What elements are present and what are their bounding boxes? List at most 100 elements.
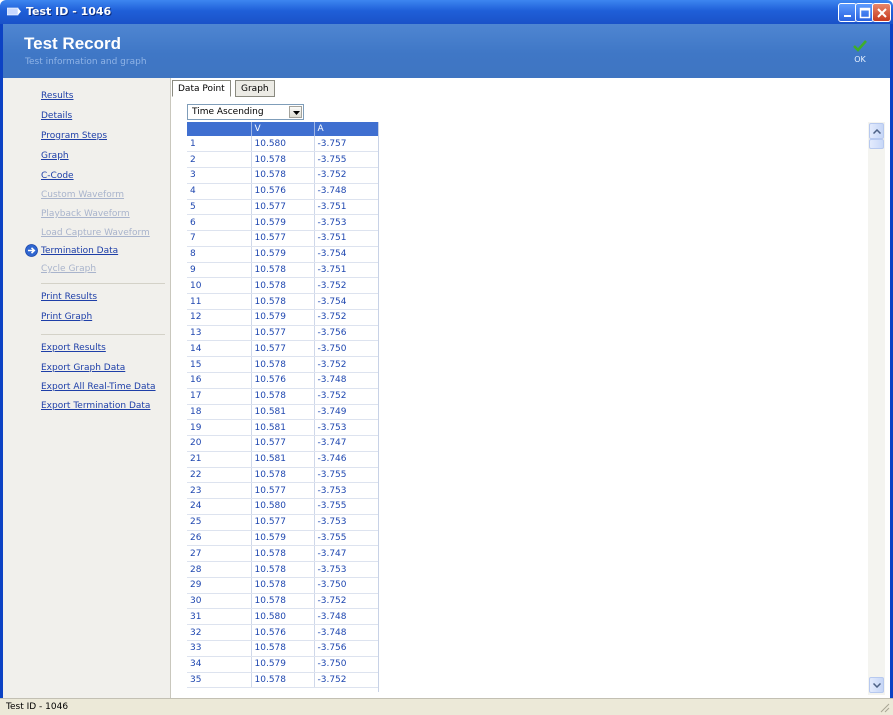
cell-index: 14: [187, 340, 252, 358]
column-header-v[interactable]: V: [251, 122, 315, 136]
sidebar-link-results[interactable]: Results: [41, 91, 74, 101]
scroll-down-button[interactable]: [869, 677, 884, 693]
resize-grip-icon[interactable]: [878, 701, 890, 713]
cell-v: 10.577: [251, 340, 315, 358]
cell-index: 5: [187, 199, 252, 216]
tab-graph[interactable]: Graph: [235, 80, 275, 97]
cell-v: 10.577: [251, 435, 315, 452]
table-row[interactable]: 27 10.578 -3.747: [187, 545, 378, 563]
cell-index: 28: [187, 561, 252, 578]
cell-a: -3.752: [314, 388, 378, 405]
scroll-up-button[interactable]: [869, 123, 884, 139]
cell-v: 10.578: [251, 262, 315, 279]
page-subtitle: Test information and graph: [25, 57, 147, 67]
cell-v: 10.578: [251, 640, 315, 657]
table-row[interactable]: 16 10.576 -3.748: [187, 372, 378, 389]
scrollbar-thumb[interactable]: [869, 139, 884, 149]
cell-a: -3.755: [314, 530, 378, 547]
table-row[interactable]: 7 10.577 -3.751: [187, 230, 378, 247]
table-row[interactable]: 9 10.578 -3.751: [187, 262, 378, 279]
cell-index: 7: [187, 230, 252, 247]
table-row[interactable]: 3 10.578 -3.752: [187, 167, 378, 184]
table-row[interactable]: 13 10.577 -3.756: [187, 325, 378, 342]
table-row[interactable]: 4 10.576 -3.748: [187, 183, 378, 200]
window-title-bar[interactable]: Test ID - 1046: [0, 0, 893, 24]
table-row[interactable]: 14 10.577 -3.750: [187, 340, 378, 358]
table-row[interactable]: 25 10.577 -3.753: [187, 514, 378, 531]
table-row[interactable]: 35 10.578 -3.752: [187, 672, 378, 689]
sidebar-link-termination-data[interactable]: Termination Data: [41, 246, 118, 256]
table-row[interactable]: 5 10.577 -3.751: [187, 199, 378, 216]
sidebar-link-export-all-real-time-data[interactable]: Export All Real-Time Data: [41, 382, 156, 392]
cell-a: -3.747: [314, 545, 378, 563]
table-row[interactable]: 30 10.578 -3.752: [187, 593, 378, 610]
cell-v: 10.578: [251, 293, 315, 310]
cell-index: 3: [187, 167, 252, 184]
cell-index: 19: [187, 419, 252, 437]
table-row[interactable]: 32 10.576 -3.748: [187, 624, 378, 641]
table-row[interactable]: 19 10.581 -3.753: [187, 419, 378, 437]
cell-a: -3.753: [314, 419, 378, 437]
table-row[interactable]: 6 10.579 -3.753: [187, 214, 378, 232]
table-row[interactable]: 24 10.580 -3.755: [187, 498, 378, 515]
table-row[interactable]: 21 10.581 -3.746: [187, 451, 378, 468]
table-row[interactable]: 11 10.578 -3.754: [187, 293, 378, 310]
tab-data-point[interactable]: Data Point: [172, 80, 231, 97]
sidebar-link-print-graph[interactable]: Print Graph: [41, 312, 92, 322]
sidebar-link-export-termination-data[interactable]: Export Termination Data: [41, 401, 150, 411]
cell-v: 10.578: [251, 388, 315, 405]
cell-v: 10.578: [251, 151, 315, 169]
sort-order-select[interactable]: Time Ascending: [187, 104, 304, 120]
cell-v: 10.578: [251, 561, 315, 578]
cell-v: 10.577: [251, 325, 315, 342]
page-title: Test Record: [24, 34, 121, 53]
table-row[interactable]: 10 10.578 -3.752: [187, 277, 378, 295]
sidebar-divider: [41, 334, 165, 335]
chevron-down-icon: [293, 111, 300, 115]
cell-index: 25: [187, 514, 252, 531]
table-row[interactable]: 26 10.579 -3.755: [187, 530, 378, 547]
sidebar-link-graph[interactable]: Graph: [41, 151, 69, 161]
cell-a: -3.756: [314, 325, 378, 342]
sidebar-link-export-results[interactable]: Export Results: [41, 343, 106, 353]
table-row[interactable]: 12 10.579 -3.752: [187, 309, 378, 326]
table-row[interactable]: 17 10.578 -3.752: [187, 388, 378, 405]
table-row[interactable]: 28 10.578 -3.753: [187, 561, 378, 578]
table-row[interactable]: 20 10.577 -3.747: [187, 435, 378, 452]
cell-index: 12: [187, 309, 252, 326]
ok-button[interactable]: OK: [849, 40, 871, 64]
table-row[interactable]: 1 10.580 -3.757: [187, 136, 378, 153]
sidebar-link-print-results[interactable]: Print Results: [41, 292, 97, 302]
sidebar-link-custom-waveform: Custom Waveform: [41, 190, 125, 200]
table-row[interactable]: 34 10.579 -3.750: [187, 656, 378, 673]
column-header-index[interactable]: [187, 122, 252, 136]
table-row[interactable]: 23 10.577 -3.753: [187, 482, 378, 500]
cell-v: 10.579: [251, 530, 315, 547]
table-row[interactable]: 33 10.578 -3.756: [187, 640, 378, 657]
cell-a: -3.753: [314, 514, 378, 531]
cell-v: 10.576: [251, 372, 315, 389]
cell-a: -3.752: [314, 167, 378, 184]
cell-a: -3.748: [314, 372, 378, 389]
data-grid[interactable]: V A 1 10.580 -3.757 2 10.578 -3.755 3 10.578 -3.…: [187, 122, 379, 692]
table-row[interactable]: 2 10.578 -3.755: [187, 151, 378, 169]
table-row[interactable]: 8 10.579 -3.754: [187, 246, 378, 263]
table-row[interactable]: 18 10.581 -3.749: [187, 404, 378, 421]
current-page-arrow-icon: [25, 244, 38, 257]
cell-index: 15: [187, 356, 252, 373]
column-header-a[interactable]: A: [314, 122, 378, 136]
table-row[interactable]: 15 10.578 -3.752: [187, 356, 378, 373]
sidebar-link-c-code[interactable]: C-Code: [41, 171, 74, 181]
cell-v: 10.578: [251, 577, 315, 594]
cell-index: 17: [187, 388, 252, 405]
sidebar-link-program-steps[interactable]: Program Steps: [41, 131, 107, 141]
dropdown-button[interactable]: [289, 106, 302, 118]
vertical-scrollbar[interactable]: [868, 122, 885, 695]
sidebar-link-export-graph-data[interactable]: Export Graph Data: [41, 363, 125, 373]
table-row[interactable]: 29 10.578 -3.750: [187, 577, 378, 594]
close-button[interactable]: [872, 3, 891, 22]
window-title: Test ID - 1046: [26, 5, 112, 18]
table-row[interactable]: 31 10.580 -3.748: [187, 608, 378, 626]
sidebar-link-details[interactable]: Details: [41, 111, 72, 121]
table-row[interactable]: 22 10.578 -3.755: [187, 467, 378, 484]
